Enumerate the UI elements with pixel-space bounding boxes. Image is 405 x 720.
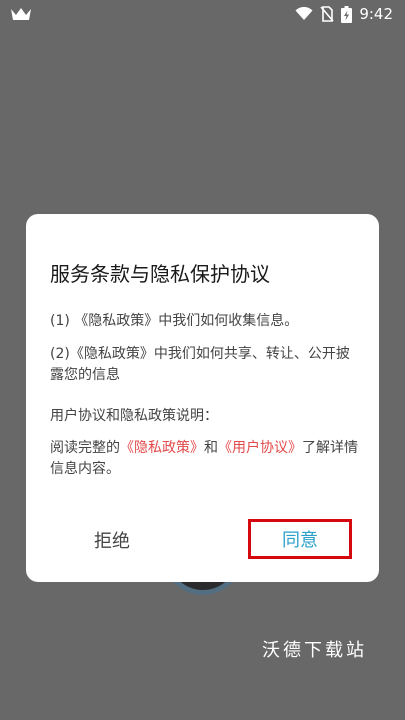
wifi-icon (295, 7, 313, 20)
status-icons: 9:42 (295, 4, 393, 24)
app-crown-icon (11, 8, 31, 20)
read-agreement-text: 阅读完整的《隐私政策》和《用户协议》了解详情信息内容。 (50, 438, 362, 480)
and-text: 和 (204, 440, 218, 456)
watermark: 沃德下载站 (262, 640, 367, 661)
user-agreement-link[interactable]: 《用户协议》 (218, 440, 302, 456)
dialog-title: 服务条款与隐私保护协议 (50, 262, 270, 286)
reject-button[interactable]: 拒绝 (94, 527, 130, 553)
status-bar: 9:42 (0, 0, 405, 28)
agree-button-label: 同意 (282, 530, 318, 551)
privacy-dialog: 服务条款与隐私保护协议 (1) 《隐私政策》中我们如何收集信息。 (2)《隐私政… (26, 214, 379, 582)
no-sim-icon (320, 6, 334, 22)
battery-icon (341, 5, 353, 23)
privacy-policy-link[interactable]: 《隐私政策》 (120, 440, 204, 456)
policy-item-1: (1) 《隐私政策》中我们如何收集信息。 (50, 313, 299, 329)
policy-item-2: (2)《隐私政策》中我们如何共享、转让、公开披露您的信息 (50, 346, 350, 383)
status-time: 9:42 (359, 5, 393, 23)
agreement-note-label: 用户协议和隐私政策说明： (50, 408, 218, 424)
read-prefix: 阅读完整的 (50, 440, 120, 456)
agree-button[interactable]: 同意 (248, 519, 352, 559)
